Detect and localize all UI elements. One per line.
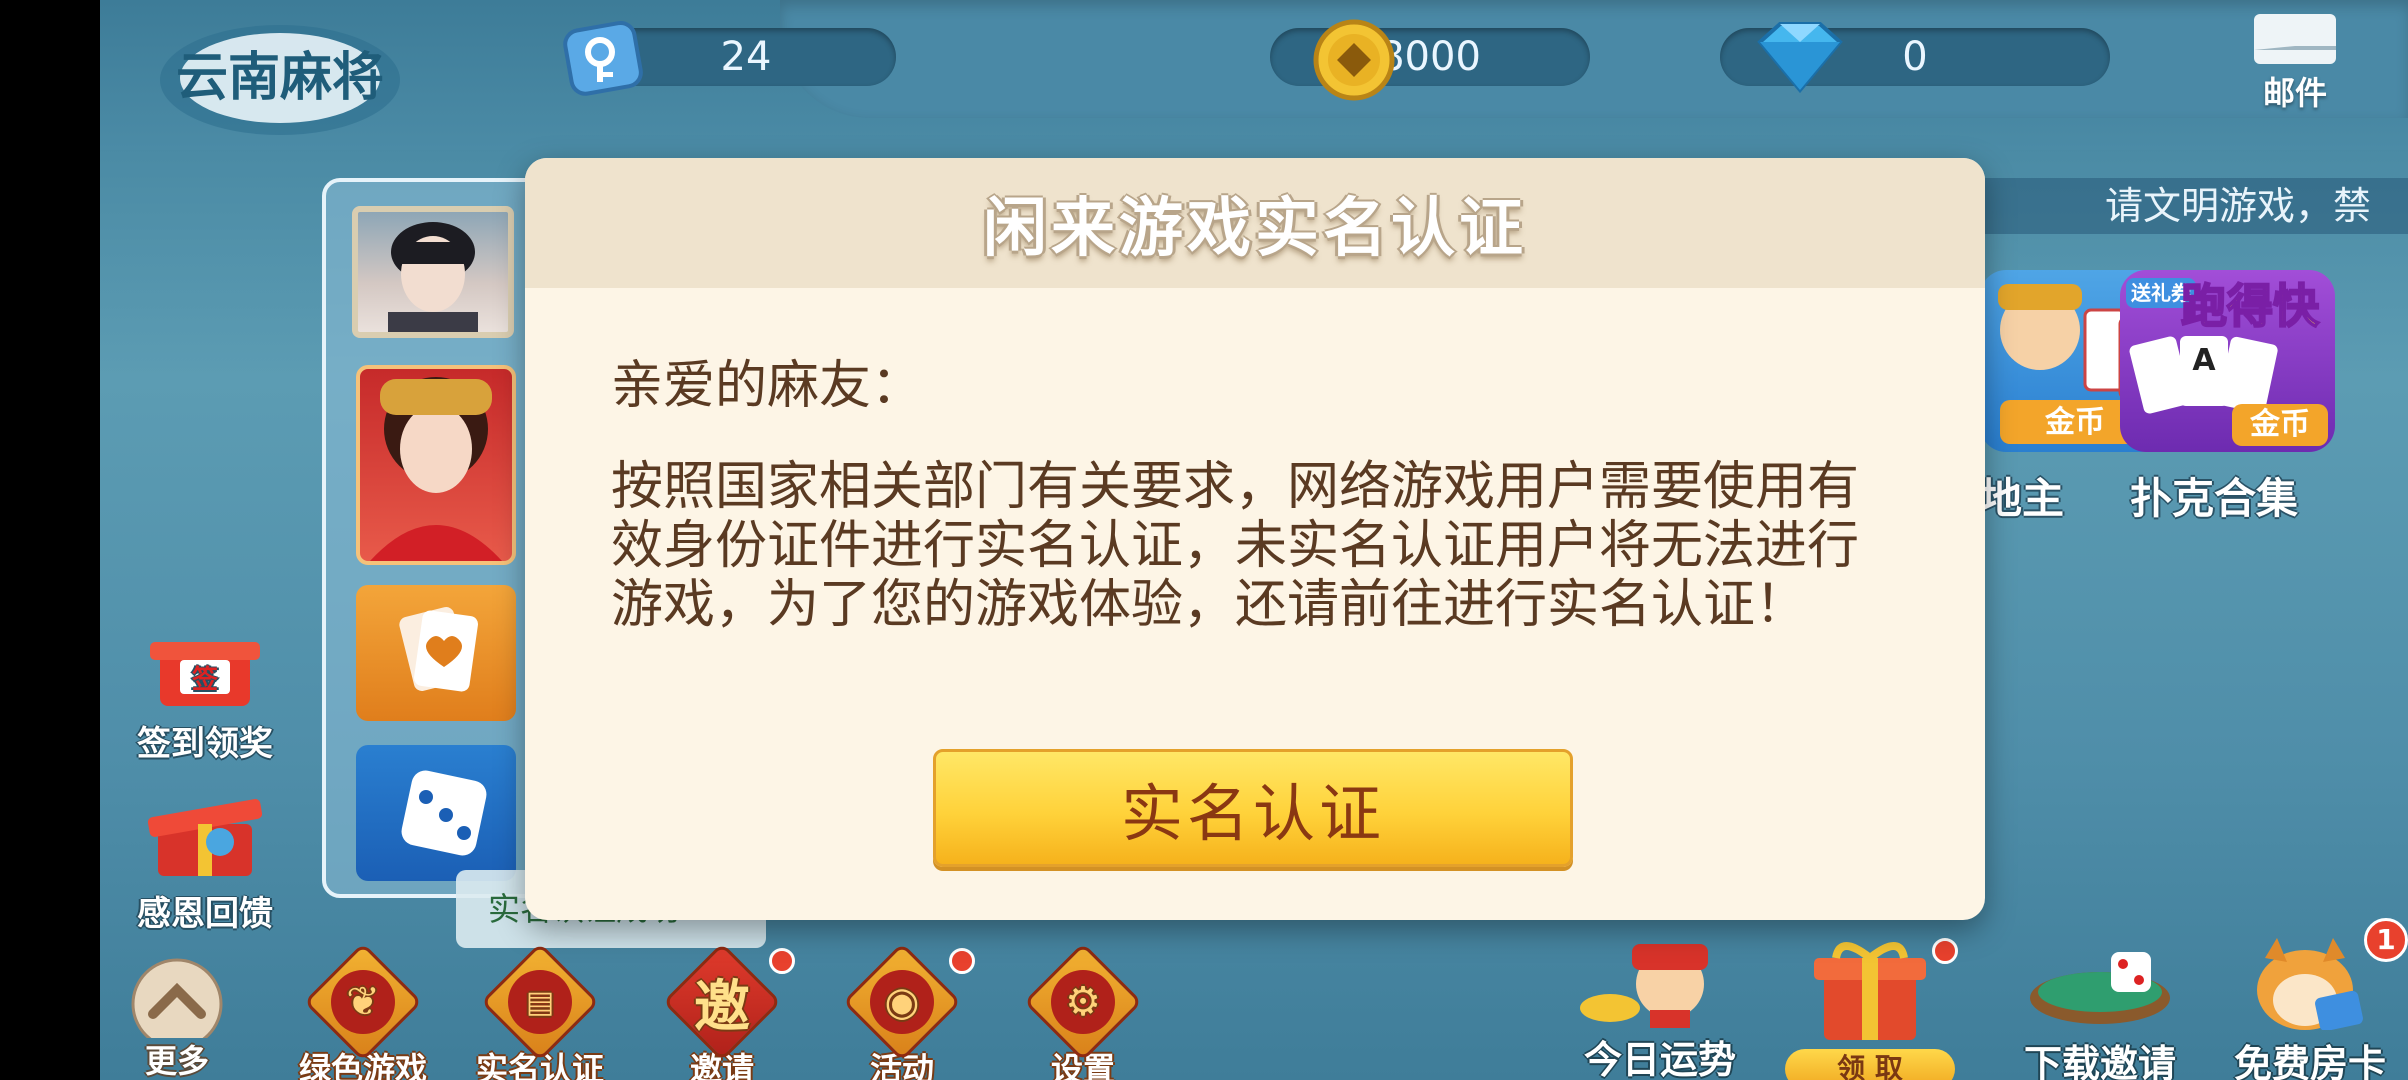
activity-button[interactable]: ◉ 活动: [817, 942, 987, 1080]
banner-card-girl[interactable]: [356, 365, 516, 565]
signin-reward-button[interactable]: 签 签到领奖: [120, 620, 290, 765]
avatar-image: [388, 222, 478, 332]
green-game-icon: ❦: [303, 942, 423, 1062]
activity-notification-dot: [949, 948, 975, 974]
fortune-label: 今日运势: [1583, 1038, 1736, 1080]
realname-confirm-button[interactable]: 实名认证: [933, 749, 1573, 867]
feedback-reward-button[interactable]: 感恩回馈: [120, 790, 290, 935]
chevron-up-icon: [131, 958, 223, 1050]
settings-button[interactable]: ⚙ 设置: [998, 942, 1168, 1080]
feedback-label: 感恩回馈: [137, 894, 273, 934]
download-invite-label: 下载邀请: [2023, 1042, 2176, 1080]
green-game-button[interactable]: ❦ 绿色游戏: [278, 942, 448, 1080]
svg-text:跑得快: 跑得快: [2181, 279, 2320, 333]
svg-text:签: 签: [192, 664, 219, 695]
free-card-label: 免费房卡: [2233, 1042, 2386, 1080]
key-value: 24: [720, 34, 772, 80]
svg-text:金币: 金币: [2044, 405, 2105, 440]
invite-button[interactable]: 邀 邀请: [637, 942, 807, 1080]
signin-gift-icon: 签: [140, 620, 270, 710]
fortune-god-icon: [1580, 944, 1708, 1028]
free-card-count-badge: 1: [2364, 918, 2408, 962]
dialog-title: 闲来游戏实名认证: [525, 158, 1985, 288]
svg-text:金币: 金币: [2249, 407, 2310, 442]
mail-button[interactable]: 邮件: [2245, 14, 2345, 112]
notice-text: 请文明游戏，禁: [2105, 184, 2372, 228]
gift-notification-dot: [1932, 938, 1958, 964]
key-icon: [563, 20, 643, 96]
id-card-icon: ▤: [480, 942, 600, 1062]
more-label: 更多: [144, 1042, 209, 1080]
signin-label: 签到领奖: [137, 724, 273, 764]
diamond-value: 0: [1902, 34, 1928, 80]
download-invite-button[interactable]: 下载邀请: [1995, 938, 2205, 1080]
top-resource-bar: [780, 0, 2408, 118]
mail-label: 邮件: [2262, 74, 2327, 112]
notice-marquee: 请文明游戏，禁: [1955, 178, 2408, 234]
game-label-landlord: 地主: [1980, 474, 2065, 523]
giftbox-icon: [140, 790, 270, 880]
logo-text: 云南麻将: [176, 47, 384, 108]
mahjong-table-icon: [2030, 952, 2170, 1024]
invite-notification-dot: [769, 948, 795, 974]
claim-label: 领 取: [1785, 1049, 1955, 1080]
invite-icon: 邀: [662, 942, 782, 1062]
drum-icon: ◉: [842, 942, 962, 1062]
left-black-bar: [0, 0, 100, 1080]
poker-collection-icon: 送礼券 跑得快 A 金币: [2126, 278, 2328, 446]
mail-icon: [2254, 14, 2336, 64]
realname-confirm-label: 实名认证: [1120, 777, 1385, 850]
game-tile-poker[interactable]: 送礼券 跑得快 A 金币: [2120, 270, 2335, 452]
gift-claim-button[interactable]: 领 取: [1780, 938, 1960, 1080]
dialog-greeting: 亲爱的麻友：: [611, 356, 924, 416]
diamond-icon: [1757, 22, 1843, 94]
game-logo: 云南麻将: [160, 25, 400, 135]
realname-button[interactable]: ▤ 实名认证: [455, 942, 625, 1080]
banner-card-dice[interactable]: [356, 745, 516, 881]
cards-icon: [399, 607, 478, 692]
giftbox-icon: [1814, 942, 1926, 1040]
banner-card-poker[interactable]: [356, 585, 516, 721]
dice-icon: [401, 770, 487, 856]
girl-illustration: [370, 377, 502, 561]
avatar[interactable]: [352, 206, 514, 338]
gear-icon: ⚙: [1023, 942, 1143, 1062]
more-button[interactable]: 更多: [100, 958, 262, 1080]
coin-icon: [1313, 19, 1395, 101]
free-room-card-button[interactable]: 免费房卡 1: [2210, 918, 2408, 1080]
game-label-poker: 扑克合集: [2130, 474, 2299, 523]
daily-fortune-button[interactable]: 今日运势: [1555, 938, 1765, 1080]
svg-text:A: A: [2192, 343, 2216, 378]
dialog-body: 按照国家相关部门有关要求，网络游戏用户需要使用有效身份证件进行实名认证，未实名认…: [611, 457, 1860, 635]
realname-dialog: 闲来游戏实名认证 亲爱的麻友： 按照国家相关部门有关要求，网络游戏用户需要使用有…: [525, 158, 1985, 920]
